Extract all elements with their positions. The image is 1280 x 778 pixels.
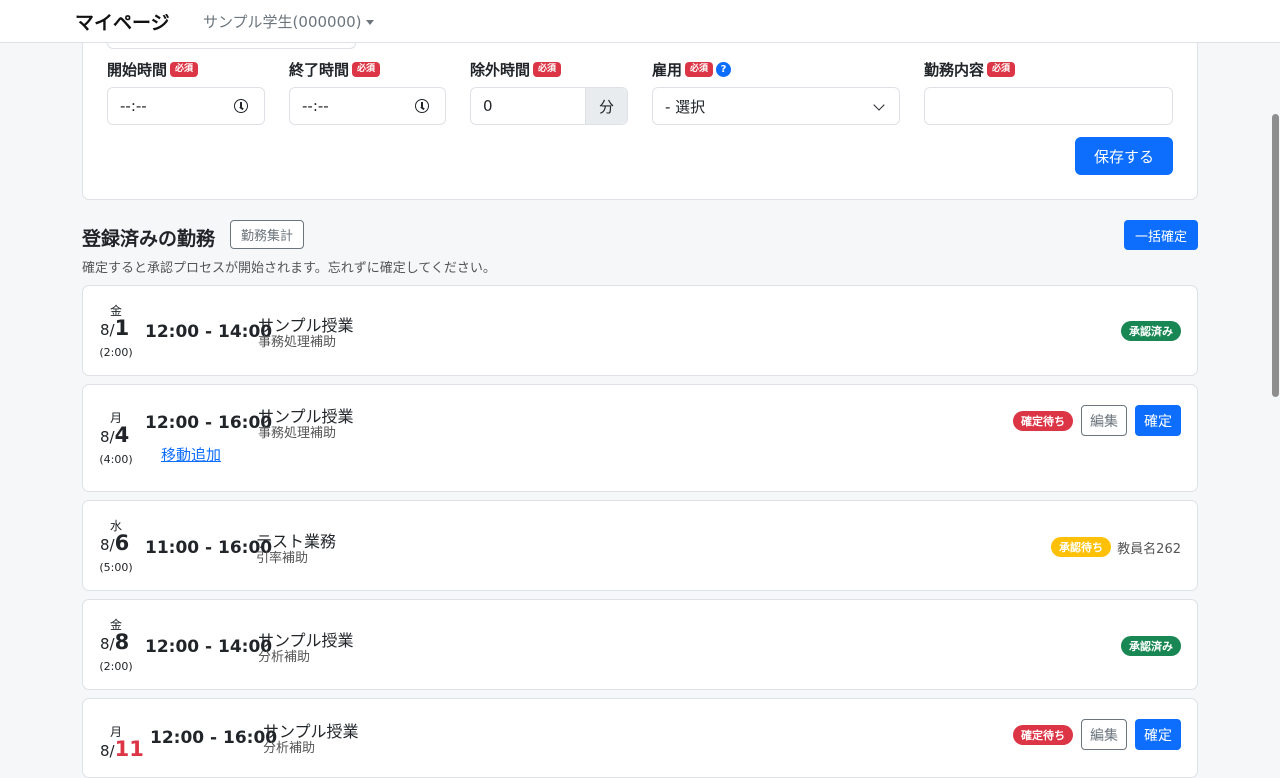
entry-time-range: 12:00 - 16:00 — [145, 413, 273, 433]
end-time-input[interactable]: --:-- — [289, 87, 446, 125]
entry-subtitle: 分析補助 — [263, 741, 316, 756]
exclude-time-label: 除外時間 必須 — [470, 59, 562, 80]
entry-date: 8/11 — [100, 737, 144, 761]
entry-subtitle: 引率補助 — [256, 551, 309, 566]
required-badge: 必須 — [533, 62, 562, 77]
entry-time-range: 12:00 - 16:00 — [150, 728, 278, 748]
status-badge: 確定待ち — [1013, 411, 1073, 431]
registered-work-heading: 登録済みの勤務 — [82, 228, 216, 250]
entry-date: 8/1 — [100, 316, 130, 340]
entry-duration: (5:00) — [99, 561, 133, 574]
entry-date: 8/6 — [100, 531, 130, 555]
confirm-button[interactable]: 確定 — [1135, 405, 1181, 436]
edit-button[interactable]: 編集 — [1081, 719, 1127, 750]
minutes-unit-addon: 分 — [585, 88, 627, 124]
work-content-label: 勤務内容 必須 — [924, 59, 1016, 80]
user-menu-label: サンプル学生(000000) — [203, 13, 362, 31]
work-entry-card: 水 8/6 (5:00) 11:00 - 16:00 テスト業務 引率補助 承認… — [82, 500, 1198, 591]
edit-button[interactable]: 編集 — [1081, 405, 1127, 436]
status-badge: 承認済み — [1121, 321, 1181, 341]
bulk-confirm-button[interactable]: 一括確定 — [1124, 220, 1198, 250]
required-badge: 必須 — [170, 62, 199, 77]
work-entry-card: 金 8/1 (2:00) 12:00 - 14:00 サンプル授業 事務処理補助… — [82, 285, 1198, 376]
employment-select[interactable]: - 選択 — [652, 87, 900, 125]
clock-icon — [415, 99, 429, 113]
status-badge: 承認済み — [1121, 636, 1181, 656]
required-badge: 必須 — [685, 62, 714, 77]
approver-name: 教員名262 — [1117, 542, 1181, 557]
entry-time-range: 11:00 - 16:00 — [145, 538, 273, 558]
exclude-time-input[interactable]: 0 分 — [470, 87, 628, 125]
end-time-label: 終了時間 必須 — [289, 59, 381, 80]
save-button[interactable]: 保存する — [1075, 137, 1173, 175]
entry-duration: (4:00) — [99, 453, 133, 466]
work-entry-card: 月 8/11 12:00 - 16:00 サンプル授業 分析補助 確定待ち 編集… — [82, 698, 1198, 778]
work-entry-card: 月 8/4 (4:00) 12:00 - 16:00 サンプル授業 事務処理補助… — [82, 384, 1198, 492]
work-summary-button[interactable]: 勤務集計 — [230, 220, 304, 249]
status-badge: 承認待ち — [1051, 537, 1111, 557]
entry-date: 8/4 — [100, 423, 130, 447]
start-time-label: 開始時間 必須 — [107, 59, 199, 80]
entry-subtitle: 分析補助 — [258, 650, 311, 665]
work-entry-card: 金 8/8 (2:00) 12:00 - 14:00 サンプル授業 分析補助 承… — [82, 599, 1198, 690]
start-time-input[interactable]: --:-- — [107, 87, 265, 125]
brand-title[interactable]: マイページ — [75, 8, 170, 35]
navbar: マイページ サンプル学生(000000) — [0, 0, 1280, 43]
required-badge: 必須 — [987, 62, 1016, 77]
entry-time-range: 12:00 - 14:00 — [145, 322, 273, 342]
entry-subtitle: 事務処理補助 — [258, 335, 337, 350]
help-icon[interactable]: ? — [716, 62, 732, 77]
required-badge: 必須 — [352, 62, 381, 77]
entry-time-range: 12:00 - 14:00 — [145, 637, 273, 657]
scrollbar-thumb[interactable] — [1272, 114, 1279, 397]
employment-label: 雇用 必須 ? — [652, 59, 732, 80]
add-travel-link[interactable]: 移動追加 — [161, 444, 221, 465]
entry-duration: (2:00) — [99, 660, 133, 673]
section-description: 確定すると承認プロセスが開始されます。忘れずに確定してください。 — [82, 261, 496, 276]
entry-duration: (2:00) — [99, 346, 133, 359]
work-content-input[interactable] — [924, 87, 1173, 125]
caret-down-icon — [365, 19, 374, 25]
status-badge: 確定待ち — [1013, 725, 1073, 745]
user-menu-dropdown[interactable]: サンプル学生(000000) — [203, 11, 374, 32]
entry-subtitle: 事務処理補助 — [258, 426, 337, 441]
entry-date: 8/8 — [100, 630, 130, 654]
chevron-down-icon — [873, 99, 885, 111]
confirm-button[interactable]: 確定 — [1135, 719, 1181, 750]
clock-icon — [234, 99, 248, 113]
